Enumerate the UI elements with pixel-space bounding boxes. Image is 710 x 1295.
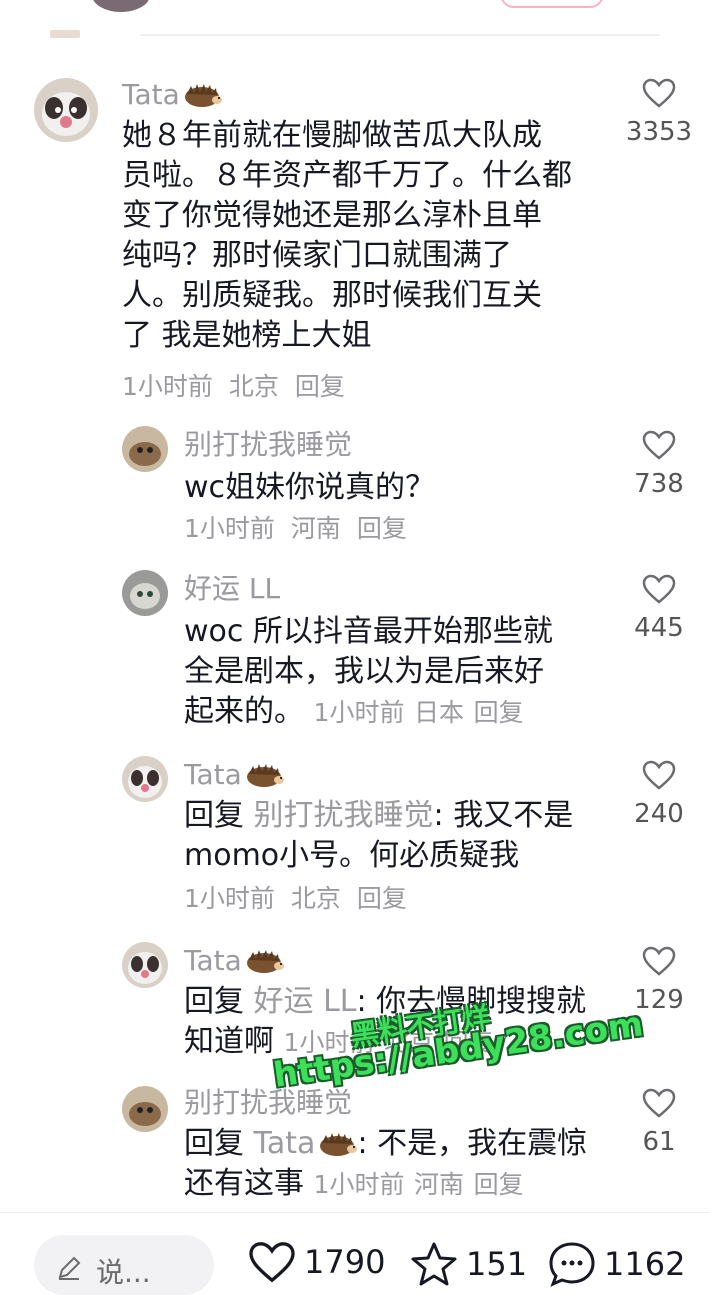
comment-meta: 1小时前 河南 回复 bbox=[184, 514, 415, 544]
heart-icon bbox=[249, 1242, 295, 1283]
avatar[interactable] bbox=[122, 756, 168, 802]
comment-text: woc 所以抖音最开始那些就 全是剧本，我以为是后来好 起来的。 1小时前 日本… bbox=[184, 614, 553, 729]
like-action[interactable]: 1790 bbox=[248, 1241, 385, 1283]
avatar[interactable] bbox=[122, 426, 168, 472]
heart-icon bbox=[642, 78, 676, 108]
location: 河南 bbox=[290, 514, 341, 543]
location: 北京 bbox=[228, 372, 279, 401]
favorite-total: 151 bbox=[466, 1245, 528, 1283]
bottom-action-bar: 说... 1790 151 1162 bbox=[0, 1212, 710, 1295]
heart-icon bbox=[642, 574, 676, 604]
star-icon bbox=[411, 1242, 457, 1286]
like-button[interactable]: 3353 bbox=[614, 78, 704, 148]
reply-button[interactable]: 回复 bbox=[357, 884, 407, 913]
hedgehog-icon bbox=[320, 1133, 358, 1156]
hedgehog-icon bbox=[246, 764, 284, 787]
like-button[interactable]: 61 bbox=[614, 1088, 704, 1158]
comment-text: 回复 Tata: 不是，我在震惊 还有这事 1小时前 河南 回复 bbox=[184, 1126, 588, 1201]
heart-icon bbox=[642, 760, 676, 790]
reply-button[interactable]: 回复 bbox=[295, 372, 345, 401]
timestamp: 1小时前 bbox=[313, 1170, 405, 1199]
like-total: 1790 bbox=[304, 1243, 386, 1281]
location: 河南 bbox=[414, 1170, 465, 1199]
like-button[interactable]: 240 bbox=[614, 760, 704, 830]
favorite-action[interactable]: 151 bbox=[410, 1241, 527, 1287]
input-placeholder: 说... bbox=[96, 1256, 151, 1289]
comment-bubble-icon bbox=[549, 1242, 595, 1287]
like-count: 738 bbox=[634, 469, 684, 499]
comment-meta: 1小时前 北京 回复 bbox=[122, 372, 353, 402]
heart-icon bbox=[642, 946, 676, 976]
timestamp: 1小时前 bbox=[184, 884, 275, 913]
hedgehog-icon bbox=[246, 950, 284, 973]
partial-decoration bbox=[50, 30, 80, 38]
timestamp: 1小时前 bbox=[313, 698, 405, 727]
comment-text: 她８年前就在慢脚做苦瓜大队成 员啦。８年资产都千万了。什么都 变了你觉得她还是那… bbox=[122, 118, 572, 353]
username[interactable]: Tata bbox=[122, 78, 222, 112]
reply-target-user[interactable]: 别打扰我睡觉 bbox=[254, 798, 434, 833]
like-count: 61 bbox=[642, 1127, 676, 1157]
top-partial-area bbox=[0, 0, 710, 40]
reply-button[interactable]: 回复 bbox=[474, 1170, 524, 1199]
like-count: 240 bbox=[634, 799, 684, 829]
comment-meta: 1小时前 北京 回复 bbox=[184, 884, 415, 914]
comment-total: 1162 bbox=[604, 1245, 686, 1283]
reply-button[interactable]: 回复 bbox=[474, 698, 524, 727]
comment-action[interactable]: 1162 bbox=[548, 1241, 685, 1287]
location: 日本 bbox=[414, 698, 465, 727]
timestamp: 1小时前 bbox=[122, 372, 213, 401]
like-count: 3353 bbox=[625, 117, 693, 147]
username[interactable]: Tata bbox=[184, 944, 284, 978]
comment-input[interactable]: 说... bbox=[34, 1235, 214, 1295]
hedgehog-icon bbox=[184, 84, 222, 107]
like-button[interactable]: 738 bbox=[614, 430, 704, 500]
reply-button[interactable]: 回复 bbox=[357, 514, 407, 543]
reply-target-user[interactable]: 好运 LL bbox=[254, 984, 357, 1019]
location: 北京 bbox=[290, 884, 341, 913]
username[interactable]: 好运 LL bbox=[184, 572, 280, 606]
timestamp: 1小时前 bbox=[184, 514, 275, 543]
like-button[interactable]: 445 bbox=[614, 574, 704, 644]
avatar[interactable] bbox=[122, 942, 168, 988]
heart-icon bbox=[642, 430, 676, 460]
like-count: 445 bbox=[634, 613, 684, 643]
username[interactable]: 别打扰我睡觉 bbox=[184, 1086, 352, 1120]
partial-avatar bbox=[92, 0, 150, 12]
avatar[interactable] bbox=[122, 1086, 168, 1132]
avatar[interactable] bbox=[34, 78, 98, 142]
reply-target-user[interactable]: Tata bbox=[254, 1126, 358, 1161]
comment-text: 回复 别打扰我睡觉: 我又不是 momo小号。何必质疑我 bbox=[184, 798, 574, 873]
comment-text: wc姐妹你说真的？ bbox=[184, 470, 436, 505]
username[interactable]: 别打扰我睡觉 bbox=[184, 428, 352, 462]
pencil-icon bbox=[58, 1256, 81, 1280]
partial-follow-button[interactable] bbox=[500, 0, 604, 8]
avatar[interactable] bbox=[122, 570, 168, 616]
divider bbox=[140, 34, 660, 36]
heart-icon bbox=[642, 1088, 676, 1118]
username[interactable]: Tata bbox=[184, 758, 284, 792]
